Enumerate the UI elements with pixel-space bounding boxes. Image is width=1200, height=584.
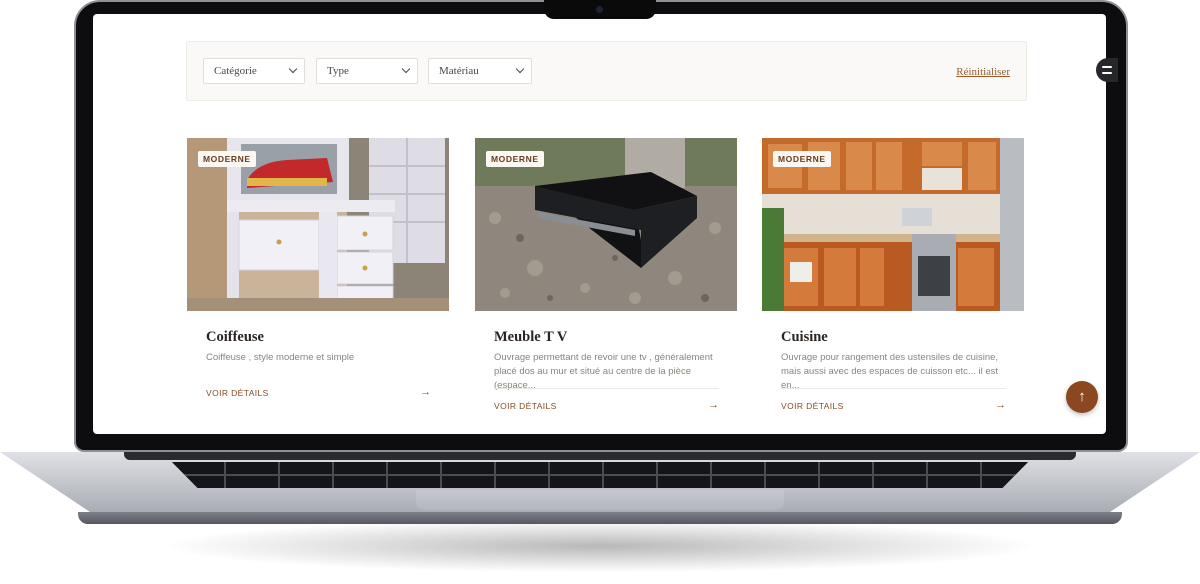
view-details-link[interactable]: VOIR DÉTAILS: [781, 401, 844, 411]
type-select-label: Type: [327, 65, 349, 77]
category-select-label: Catégorie: [214, 65, 257, 77]
laptop-screen: Catégorie Type Matériau Réinitialiser MO…: [93, 14, 1106, 434]
camera-icon: [596, 6, 603, 13]
product-image[interactable]: MODERNE: [475, 138, 737, 311]
filter-bar: Catégorie Type Matériau Réinitialiser: [186, 41, 1027, 101]
product-title[interactable]: Cuisine: [781, 329, 828, 346]
product-title[interactable]: Coiffeuse: [206, 329, 264, 346]
keyboard: [172, 462, 1028, 488]
category-select[interactable]: Catégorie: [203, 58, 305, 84]
product-description: Ouvrage permettant de revoir une tv , gé…: [494, 352, 713, 391]
laptop-hinge: [124, 452, 1076, 460]
laptop-foot: [78, 512, 1122, 524]
arrow-up-icon: ↑: [1078, 388, 1086, 405]
filter-toggle-button[interactable]: [1096, 58, 1118, 82]
scroll-top-button[interactable]: ↑: [1066, 381, 1098, 413]
card-divider: [781, 388, 1006, 389]
style-badge: MODERNE: [773, 151, 831, 167]
view-details-link[interactable]: VOIR DÉTAILS: [206, 388, 269, 398]
style-badge: MODERNE: [198, 151, 256, 167]
arrow-right-icon[interactable]: →: [708, 399, 719, 411]
product-card[interactable]: MODERNE Cuisine Ouvrage pour rangement d…: [762, 138, 1024, 434]
reset-filters-link[interactable]: Réinitialiser: [956, 66, 1010, 78]
product-description: Coiffeuse , style moderne et simple: [206, 352, 355, 363]
material-select-label: Matériau: [439, 65, 479, 77]
product-card[interactable]: MODERNE Meuble T V Ouvrage permettant de…: [475, 138, 737, 434]
chevron-down-icon: [288, 64, 298, 74]
chevron-down-icon: [515, 64, 525, 74]
material-select[interactable]: Matériau: [428, 58, 532, 84]
trackpad: [416, 490, 784, 510]
card-divider: [494, 388, 719, 389]
product-description: Ouvrage pour rangement des ustensiles de…: [781, 352, 999, 391]
camera-notch: [544, 0, 656, 19]
product-card[interactable]: MODERNE Coiffeuse Coiffeuse , style mode…: [187, 138, 449, 434]
product-title[interactable]: Meuble T V: [494, 329, 567, 346]
arrow-right-icon[interactable]: →: [995, 399, 1006, 411]
type-select[interactable]: Type: [316, 58, 418, 84]
product-image[interactable]: MODERNE: [187, 138, 449, 311]
chevron-down-icon: [401, 64, 411, 74]
device-shadow: [170, 520, 1030, 572]
arrow-right-icon[interactable]: →: [420, 386, 431, 398]
product-image[interactable]: MODERNE: [762, 138, 1024, 311]
style-badge: MODERNE: [486, 151, 544, 167]
view-details-link[interactable]: VOIR DÉTAILS: [494, 401, 557, 411]
